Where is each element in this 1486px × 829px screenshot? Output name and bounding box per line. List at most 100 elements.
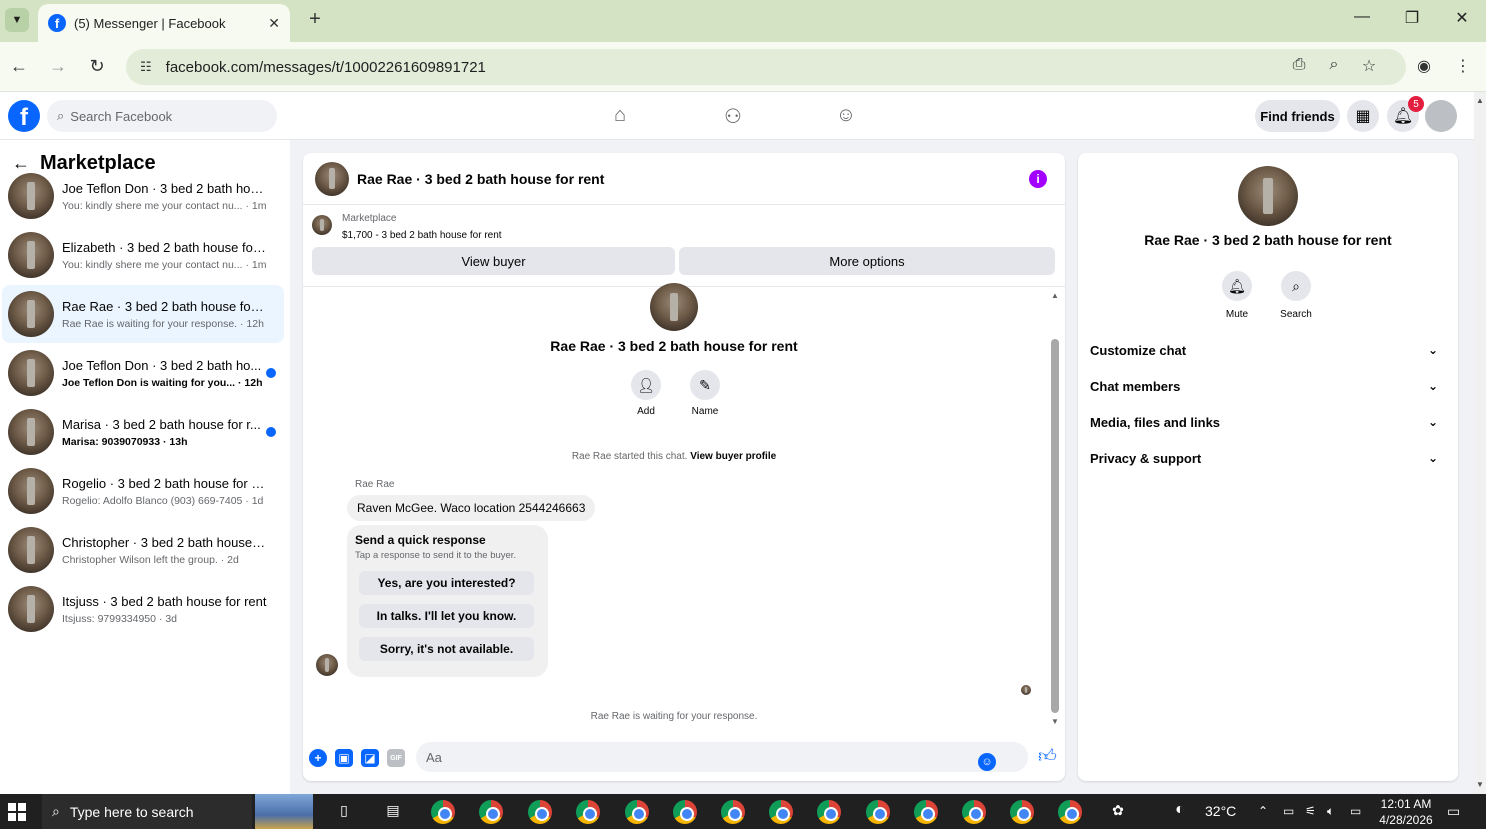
browser-tab-strip: ▼ f (5) Messenger | Facebook ✕ + — ❐ ✕ bbox=[0, 0, 1486, 42]
close-window-button[interactable]: ✕ bbox=[1447, 8, 1477, 28]
scroll-down-arrow-icon[interactable]: ▼ bbox=[1474, 780, 1486, 789]
chrome-taskbar-icon[interactable] bbox=[769, 800, 793, 824]
friends-nav-icon[interactable]: ⚇ bbox=[718, 104, 748, 129]
quick-response-option[interactable]: Yes, are you interested? bbox=[359, 571, 534, 595]
conversation-item[interactable]: Marisa · 3 bed 2 bath house for r... Mari… bbox=[2, 403, 284, 461]
chrome-taskbar-icon[interactable] bbox=[479, 800, 503, 824]
more-options-button[interactable]: More options bbox=[679, 247, 1055, 275]
browser-toolbar: ← → ↻ ☷ facebook.com/messages/t/10002261… bbox=[0, 42, 1486, 92]
find-friends-button[interactable]: Find friends bbox=[1255, 100, 1340, 132]
view-buyer-button[interactable]: View buyer bbox=[312, 247, 675, 275]
chat-title[interactable]: Rae Rae · 3 bed 2 bath house for rent bbox=[357, 171, 604, 187]
mute-action[interactable]: 🔔︎ Mute bbox=[1207, 271, 1267, 320]
media-files-links-section[interactable]: Media, files and links ⌄ bbox=[1090, 407, 1446, 437]
chrome-taskbar-icon[interactable] bbox=[576, 800, 600, 824]
thread-scrollbar-thumb[interactable] bbox=[1051, 339, 1059, 713]
taskbar-clock[interactable]: 12:01 AM 4/28/2026 bbox=[1372, 796, 1440, 828]
reload-button[interactable]: ↻ bbox=[85, 56, 109, 77]
thread-scrollbar[interactable]: ▲ ▼ bbox=[1049, 291, 1061, 731]
weather-icon[interactable]: ◐ bbox=[1175, 801, 1185, 819]
tray-device-icon[interactable]: ▭ bbox=[1283, 804, 1294, 818]
taskbar-search-input[interactable]: ⌕ Type here to search bbox=[42, 794, 252, 829]
menu-grid-icon[interactable]: ▦ bbox=[1347, 100, 1379, 132]
zoom-icon[interactable]: ⌕ bbox=[1322, 56, 1346, 74]
temperature-text[interactable]: 32°C bbox=[1205, 803, 1236, 819]
network-icon[interactable]: ⚟ bbox=[1305, 804, 1316, 818]
name-chat-action[interactable]: ✎ Name bbox=[675, 370, 735, 417]
listing-thumbnail[interactable] bbox=[312, 215, 332, 235]
chrome-taskbar-icon[interactable] bbox=[1058, 800, 1082, 824]
chrome-taskbar-icon[interactable] bbox=[625, 800, 649, 824]
facebook-logo-icon[interactable]: f bbox=[8, 100, 40, 132]
privacy-support-section[interactable]: Privacy & support ⌄ bbox=[1090, 443, 1446, 473]
emoji-icon[interactable]: ☺ bbox=[978, 753, 996, 771]
thumbs-up-icon[interactable]: 👍︎ bbox=[1038, 745, 1057, 767]
home-nav-icon[interactable]: ⌂ bbox=[605, 104, 635, 127]
back-button[interactable]: ← bbox=[7, 56, 31, 77]
conversation-item[interactable]: Joe Teflon Don · 3 bed 2 bath hou... You:… bbox=[2, 167, 284, 225]
view-buyer-profile-link[interactable]: View buyer profile bbox=[690, 451, 776, 462]
chrome-taskbar-icon[interactable] bbox=[1010, 800, 1034, 824]
message-input[interactable]: Aa ☺ bbox=[416, 742, 1028, 772]
chrome-taskbar-icon[interactable] bbox=[866, 800, 890, 824]
sticker-icon[interactable]: ◪ bbox=[361, 749, 379, 767]
address-bar[interactable]: ☷ facebook.com/messages/t/10002261609891… bbox=[126, 49, 1406, 85]
new-tab-button[interactable]: + bbox=[303, 8, 327, 31]
facebook-search-input[interactable]: ⌕ Search Facebook bbox=[47, 100, 277, 132]
tab-search-button[interactable]: ▼ bbox=[5, 8, 29, 32]
conversation-item[interactable]: Joe Teflon Don · 3 bed 2 bath ho... Joe T… bbox=[2, 344, 284, 402]
account-avatar[interactable] bbox=[1425, 100, 1457, 132]
file-explorer-icon[interactable]: ▤ bbox=[383, 802, 403, 822]
notification-center-icon[interactable]: ▭ bbox=[1447, 803, 1460, 820]
photo-icon[interactable]: ▣ bbox=[335, 749, 353, 767]
chat-members-section[interactable]: Chat members ⌄ bbox=[1090, 371, 1446, 401]
add-people-action[interactable]: 👤︎ Add bbox=[616, 370, 676, 417]
search-action[interactable]: ⌕ Search bbox=[1266, 271, 1326, 320]
chrome-taskbar-icon[interactable] bbox=[914, 800, 938, 824]
tray-chevron-up-icon[interactable]: ⌃ bbox=[1258, 804, 1268, 818]
chat-avatar[interactable] bbox=[315, 161, 349, 196]
task-view-icon[interactable]: ▯ bbox=[334, 802, 354, 822]
conversation-item[interactable]: Elizabeth · 3 bed 2 bath house for ... Yo… bbox=[2, 226, 284, 284]
site-settings-icon[interactable]: ☷ bbox=[140, 59, 152, 75]
browser-menu-icon[interactable]: ⋮ bbox=[1451, 56, 1475, 76]
close-tab-icon[interactable]: ✕ bbox=[268, 15, 280, 32]
listing-price-title[interactable]: $1,700 - 3 bed 2 bath house for rent bbox=[342, 230, 502, 241]
conversation-item[interactable]: Itsjuss · 3 bed 2 bath house for rent Its… bbox=[2, 580, 284, 638]
incoming-message-bubble[interactable]: Raven McGee. Waco location 2544246663 bbox=[347, 495, 596, 521]
app-icon[interactable]: ✿ bbox=[1108, 802, 1128, 822]
search-highlight-image[interactable] bbox=[255, 794, 313, 829]
info-icon[interactable]: i bbox=[1029, 170, 1047, 188]
details-avatar[interactable] bbox=[1238, 166, 1298, 226]
gif-icon[interactable]: GIF bbox=[387, 749, 405, 767]
chrome-taskbar-icon[interactable] bbox=[817, 800, 841, 824]
conversation-item[interactable]: Rogelio · 3 bed 2 bath house for re... Ro… bbox=[2, 462, 284, 520]
conversation-item[interactable]: Rae Rae · 3 bed 2 bath house for r... Rae… bbox=[2, 285, 284, 343]
groups-nav-icon[interactable]: ☺ bbox=[831, 104, 861, 127]
chrome-taskbar-icon[interactable] bbox=[962, 800, 986, 824]
conversation-text: Elizabeth · 3 bed 2 bath house for ... Yo… bbox=[62, 240, 267, 271]
chrome-taskbar-icon[interactable] bbox=[528, 800, 552, 824]
browser-profile-icon[interactable]: ◉ bbox=[1412, 56, 1436, 76]
forward-button[interactable]: → bbox=[46, 56, 70, 77]
scroll-up-arrow-icon[interactable]: ▲ bbox=[1474, 96, 1486, 105]
chrome-taskbar-icon[interactable] bbox=[721, 800, 745, 824]
chrome-taskbar-icon[interactable] bbox=[673, 800, 697, 824]
bookmark-star-icon[interactable]: ☆ bbox=[1357, 56, 1381, 76]
browser-tab-active[interactable]: f (5) Messenger | Facebook ✕ bbox=[38, 4, 290, 42]
restore-window-button[interactable]: ❐ bbox=[1397, 8, 1427, 28]
plus-circle-icon[interactable]: + bbox=[309, 749, 327, 767]
scroll-up-arrow-icon[interactable]: ▲ bbox=[1049, 291, 1061, 300]
install-app-icon[interactable]: ⎙ bbox=[1287, 56, 1311, 74]
quick-response-option[interactable]: In talks. I'll let you know. bbox=[359, 604, 534, 628]
windows-start-icon[interactable] bbox=[8, 803, 26, 821]
minimize-window-button[interactable]: — bbox=[1347, 8, 1377, 26]
display-icon[interactable]: ▭ bbox=[1350, 804, 1361, 818]
volume-icon[interactable]: 🔈︎ bbox=[1327, 804, 1334, 819]
quick-response-option[interactable]: Sorry, it's not available. bbox=[359, 637, 534, 661]
customize-chat-section[interactable]: Customize chat ⌄ bbox=[1090, 335, 1446, 365]
conversation-item[interactable]: Christopher · 3 bed 2 bath house f... Chr… bbox=[2, 521, 284, 579]
scroll-down-arrow-icon[interactable]: ▼ bbox=[1049, 717, 1061, 726]
page-scrollbar[interactable]: ▲ ▼ bbox=[1474, 92, 1486, 794]
chrome-taskbar-icon[interactable] bbox=[431, 800, 455, 824]
